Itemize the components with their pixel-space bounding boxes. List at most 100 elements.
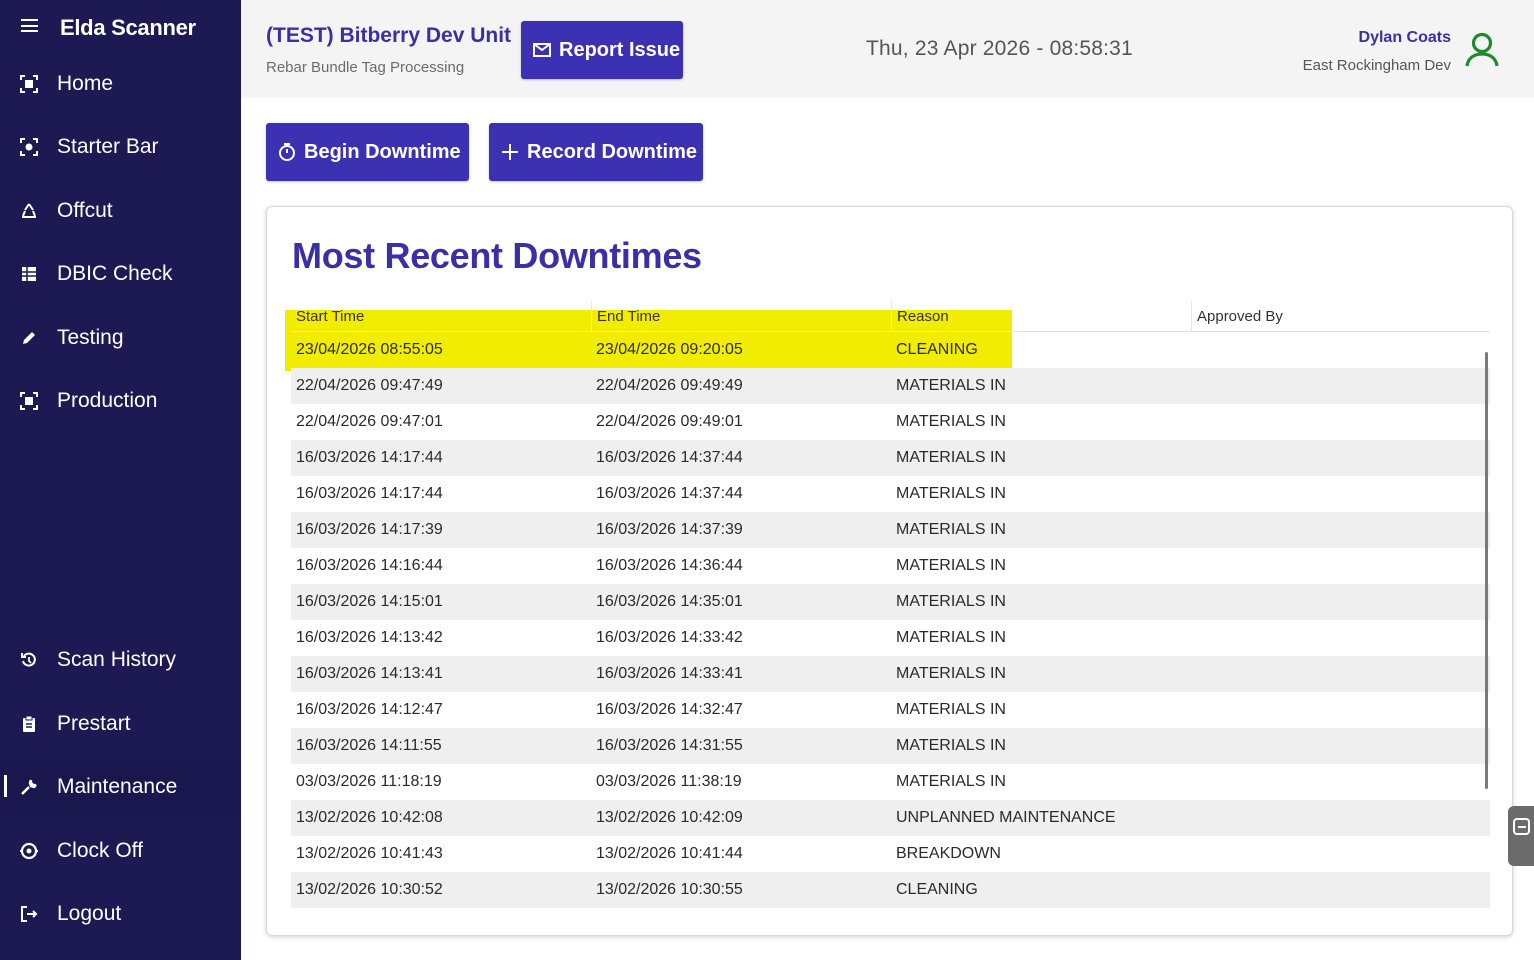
approved-by-cell bbox=[1191, 584, 1490, 620]
column-header-reason[interactable]: Reason bbox=[891, 301, 1191, 332]
approved-by-cell bbox=[1191, 692, 1490, 728]
sidebar-item-logout[interactable]: Logout bbox=[0, 886, 241, 942]
end-time-cell: 13/02/2026 10:30:55 bbox=[596, 881, 743, 898]
start-time-cell: 16/03/2026 14:15:01 bbox=[296, 593, 443, 610]
start-time-cell: 16/03/2026 14:12:47 bbox=[296, 701, 443, 718]
clipboard-icon bbox=[19, 714, 39, 734]
end-time-cell: 16/03/2026 14:36:44 bbox=[596, 557, 743, 574]
approved-by-cell bbox=[1191, 872, 1490, 908]
column-header-approved-by[interactable]: Approved By bbox=[1191, 301, 1490, 332]
start-time-cell: 23/04/2026 08:55:05 bbox=[296, 341, 443, 358]
report-issue-button[interactable]: Report Issue bbox=[521, 21, 683, 79]
table-row[interactable]: 16/03/2026 14:17:44 16/03/2026 14:37:44 MA… bbox=[291, 476, 1490, 512]
feedback-tab[interactable] bbox=[1508, 806, 1534, 866]
reason-cell: MATERIALS IN bbox=[896, 773, 1006, 790]
table-scrollbar[interactable] bbox=[1485, 352, 1488, 789]
table-row[interactable]: 22/04/2026 09:47:01 22/04/2026 09:49:01 MA… bbox=[291, 404, 1490, 440]
table-row[interactable]: 16/03/2026 14:12:47 16/03/2026 14:32:47 MA… bbox=[291, 692, 1490, 728]
end-time-cell: 16/03/2026 14:32:47 bbox=[596, 701, 743, 718]
reason-cell: UNPLANNED MAINTENANCE bbox=[896, 809, 1116, 826]
table-row[interactable]: 16/03/2026 14:13:42 16/03/2026 14:33:42 MA… bbox=[291, 620, 1490, 656]
table-row[interactable]: 22/04/2026 09:47:49 22/04/2026 09:49:49 MA… bbox=[291, 368, 1490, 404]
start-time-cell: 13/02/2026 10:42:08 bbox=[296, 809, 443, 826]
clock-off-icon bbox=[19, 841, 39, 861]
table-body: 23/04/2026 08:55:05 23/04/2026 09:20:05 CL… bbox=[291, 332, 1490, 908]
start-time-cell: 16/03/2026 14:17:39 bbox=[296, 521, 443, 538]
table-row[interactable]: 13/02/2026 10:30:52 13/02/2026 10:30:55 CL… bbox=[291, 872, 1490, 908]
column-header-end-time[interactable]: End Time bbox=[591, 301, 891, 332]
sidebar-item-production[interactable]: Production bbox=[0, 373, 241, 429]
sidebar-item-clock-off[interactable]: Clock Off bbox=[0, 823, 241, 879]
table-row[interactable]: 13/02/2026 10:42:08 13/02/2026 10:42:09 UN… bbox=[291, 800, 1490, 836]
sidebar-item-home[interactable]: Home bbox=[0, 56, 241, 112]
mail-icon bbox=[533, 43, 551, 57]
user-icon[interactable] bbox=[1463, 30, 1501, 68]
sidebar-item-prestart[interactable]: Prestart bbox=[0, 696, 241, 752]
sidebar-item-label: Home bbox=[57, 72, 114, 95]
start-time-cell: 16/03/2026 14:13:42 bbox=[296, 629, 443, 646]
sidebar-item-label: Maintenance bbox=[57, 775, 178, 798]
approved-by-cell bbox=[1191, 800, 1490, 836]
stopwatch-icon bbox=[279, 143, 295, 161]
brand: Elda Scanner bbox=[0, 10, 241, 46]
end-time-cell: 16/03/2026 14:33:41 bbox=[596, 665, 743, 682]
table-row[interactable]: 03/03/2026 11:18:19 03/03/2026 11:38:19 MA… bbox=[291, 764, 1490, 800]
sidebar-item-label: Starter Bar bbox=[57, 135, 159, 158]
approved-by-cell bbox=[1191, 404, 1490, 440]
pencil-icon bbox=[19, 328, 39, 348]
user-site: East Rockingham Dev bbox=[1302, 57, 1451, 74]
table-row[interactable]: 13/02/2026 10:41:43 13/02/2026 10:41:44 BR… bbox=[291, 836, 1490, 872]
minimize-icon bbox=[1513, 818, 1530, 835]
user-name: Dylan Coats bbox=[1358, 29, 1451, 46]
approved-by-cell bbox=[1191, 728, 1490, 764]
sidebar-item-starter-bar[interactable]: Starter Bar bbox=[0, 119, 241, 175]
column-header-start-time[interactable]: Start Time bbox=[291, 301, 591, 332]
table-row[interactable]: 16/03/2026 14:13:41 16/03/2026 14:33:41 MA… bbox=[291, 656, 1490, 692]
sidebar-item-dbic-check[interactable]: DBIC Check bbox=[0, 246, 241, 302]
plus-icon bbox=[502, 144, 518, 160]
history-icon bbox=[19, 650, 39, 670]
begin-downtime-button[interactable]: Begin Downtime bbox=[266, 123, 469, 181]
current-datetime: Thu, 23 Apr 2026 - 08:58:31 bbox=[866, 37, 1133, 60]
scan-target-icon bbox=[19, 137, 39, 157]
table-row[interactable]: 16/03/2026 14:15:01 16/03/2026 14:35:01 MA… bbox=[291, 584, 1490, 620]
approved-by-cell bbox=[1191, 836, 1490, 872]
wrench-icon bbox=[19, 777, 39, 797]
table-row[interactable]: 16/03/2026 14:17:39 16/03/2026 14:37:39 MA… bbox=[291, 512, 1490, 548]
end-time-cell: 16/03/2026 14:37:44 bbox=[596, 449, 743, 466]
sidebar-item-label: Clock Off bbox=[57, 839, 143, 862]
reason-cell: MATERIALS IN bbox=[896, 629, 1006, 646]
reason-cell: MATERIALS IN bbox=[896, 593, 1006, 610]
logout-icon bbox=[19, 904, 39, 924]
start-time-cell: 16/03/2026 14:17:44 bbox=[296, 449, 443, 466]
start-time-cell: 16/03/2026 14:11:55 bbox=[296, 737, 442, 754]
menu-icon[interactable] bbox=[21, 19, 38, 32]
table-row[interactable]: 16/03/2026 14:16:44 16/03/2026 14:36:44 MA… bbox=[291, 548, 1490, 584]
reason-cell: CLEANING bbox=[896, 881, 978, 898]
sidebar-item-label: DBIC Check bbox=[57, 262, 173, 285]
table-row[interactable]: 23/04/2026 08:55:05 23/04/2026 09:20:05 CL… bbox=[291, 332, 1490, 368]
record-downtime-label: Record Downtime bbox=[527, 140, 698, 163]
approved-by-cell bbox=[1191, 656, 1490, 692]
approved-by-cell bbox=[1191, 764, 1490, 800]
table-row[interactable]: 16/03/2026 14:17:44 16/03/2026 14:37:44 MA… bbox=[291, 440, 1490, 476]
table-header: Start Time End Time Reason Approved By bbox=[291, 301, 1490, 332]
sidebar-item-offcut[interactable]: Offcut bbox=[0, 183, 241, 239]
end-time-cell: 16/03/2026 14:35:01 bbox=[596, 593, 743, 610]
report-issue-label: Report Issue bbox=[559, 38, 681, 61]
scan-icon bbox=[19, 74, 39, 94]
start-time-cell: 22/04/2026 09:47:01 bbox=[296, 413, 443, 430]
approved-by-cell bbox=[1191, 440, 1490, 476]
sidebar-item-testing[interactable]: Testing bbox=[0, 310, 241, 366]
reason-cell: MATERIALS IN bbox=[896, 413, 1006, 430]
table-row[interactable]: 16/03/2026 14:11:55 16/03/2026 14:31:55 MA… bbox=[291, 728, 1490, 764]
sidebar-item-scan-history[interactable]: Scan History bbox=[0, 632, 241, 688]
reason-cell: MATERIALS IN bbox=[896, 665, 1006, 682]
end-time-cell: 16/03/2026 14:31:55 bbox=[596, 737, 743, 754]
record-downtime-button[interactable]: Record Downtime bbox=[489, 123, 703, 181]
end-time-cell: 03/03/2026 11:38:19 bbox=[596, 773, 742, 790]
approved-by-cell bbox=[1191, 476, 1490, 512]
end-time-cell: 13/02/2026 10:42:09 bbox=[596, 809, 743, 826]
sidebar-item-maintenance[interactable]: Maintenance bbox=[0, 759, 241, 815]
header: (TEST) Bitberry Dev Unit Rebar Bundle Ta… bbox=[241, 0, 1534, 98]
